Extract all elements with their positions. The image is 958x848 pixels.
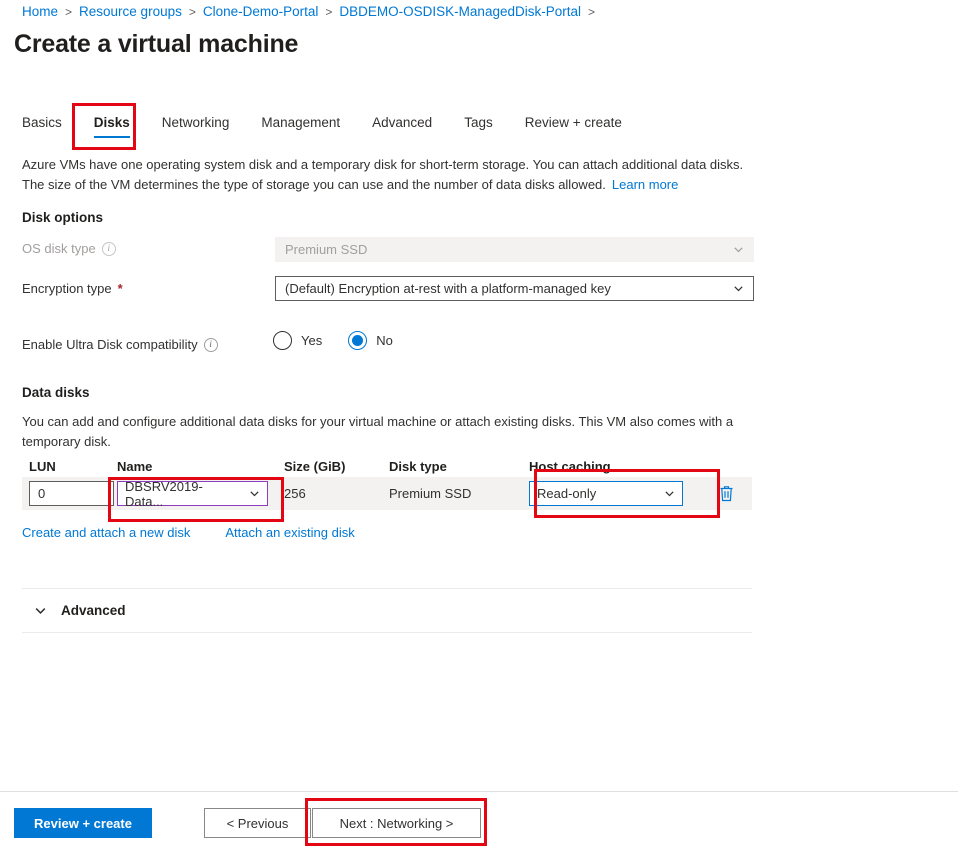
os-disk-type-dropdown: Premium SSD — [275, 237, 754, 262]
disk-name-value: DBSRV2019-Data... — [125, 478, 203, 509]
chevron-down-icon — [734, 286, 743, 292]
disk-type-cell: Premium SSD — [389, 486, 472, 501]
tab-disks[interactable]: Disks — [93, 113, 130, 140]
page-title: Create a virtual machine — [14, 30, 299, 58]
review-create-button[interactable]: Review + create — [14, 808, 152, 838]
radio-circle-selected-icon — [348, 331, 368, 350]
os-disk-type-value: Premium SSD — [285, 242, 368, 257]
ultra-disk-radio-yes[interactable]: Yes — [273, 331, 322, 350]
host-caching-cell: Read-only — [529, 481, 719, 506]
chevron-down-icon — [665, 491, 674, 497]
ultra-disk-label: Enable Ultra Disk compatibility i — [22, 337, 218, 352]
breadcrumb-separator-icon: > — [65, 4, 73, 19]
encryption-type-label: Encryption type * — [22, 281, 123, 296]
ultra-disk-radio-group: Yes No — [273, 331, 393, 350]
breadcrumb: Home > Resource groups > Clone-Demo-Port… — [22, 4, 602, 19]
tab-advanced[interactable]: Advanced — [372, 113, 432, 140]
tab-bar: Basics Disks Networking Management Advan… — [22, 113, 622, 140]
breadcrumb-item-home[interactable]: Home — [22, 4, 58, 19]
size-cell: 256 — [284, 486, 306, 501]
disk-name-dropdown[interactable]: DBSRV2019-Data... — [117, 478, 268, 509]
delete-disk-icon[interactable] — [719, 485, 734, 502]
previous-button[interactable]: < Previous — [204, 808, 311, 838]
ultra-disk-label-text: Enable Ultra Disk compatibility — [22, 337, 198, 352]
lun-input[interactable] — [29, 481, 114, 506]
tab-basics[interactable]: Basics — [22, 113, 62, 140]
column-header-lun: LUN — [29, 458, 56, 474]
tab-review-create[interactable]: Review + create — [525, 113, 622, 140]
delete-cell — [719, 485, 749, 502]
info-icon[interactable]: i — [101, 241, 116, 256]
footer-divider — [0, 791, 958, 792]
table-row: DBSRV2019-Data... 256 Premium SSD Read-o… — [22, 477, 752, 510]
chevron-down-icon — [734, 247, 743, 253]
tab-tags[interactable]: Tags — [464, 113, 493, 140]
attach-existing-disk-link[interactable]: Attach an existing disk — [225, 525, 354, 540]
breadcrumb-item-clone-demo-portal[interactable]: Clone-Demo-Portal — [203, 4, 319, 19]
chevron-down-icon — [35, 608, 46, 614]
data-disks-table: LUN Name Size (GiB) Disk type Host cachi… — [22, 455, 752, 510]
disk-options-heading: Disk options — [22, 210, 104, 225]
radio-circle-icon — [273, 331, 292, 350]
required-marker: * — [117, 281, 123, 296]
disks-description: Azure VMs have one operating system disk… — [22, 155, 752, 195]
lun-cell — [22, 481, 117, 506]
encryption-type-label-text: Encryption type — [22, 281, 112, 296]
encryption-type-value: (Default) Encryption at-rest with a plat… — [285, 281, 611, 296]
tab-networking[interactable]: Networking — [162, 113, 230, 140]
column-header-name: Name — [117, 458, 153, 474]
chevron-down-icon — [250, 491, 259, 497]
advanced-expander-label: Advanced — [61, 603, 126, 618]
host-caching-dropdown[interactable]: Read-only — [529, 481, 683, 506]
breadcrumb-item-resource-groups[interactable]: Resource groups — [79, 4, 182, 19]
data-disk-links: Create and attach a new disk Attach an e… — [22, 525, 355, 540]
learn-more-link[interactable]: Learn more — [612, 177, 678, 192]
next-networking-button[interactable]: Next : Networking > — [312, 808, 481, 838]
create-attach-new-disk-link[interactable]: Create and attach a new disk — [22, 525, 190, 540]
column-header-host-caching: Host caching — [529, 458, 611, 474]
breadcrumb-item-dbdemo-osdisk[interactable]: DBDEMO-OSDISK-ManagedDisk-Portal — [339, 4, 581, 19]
data-disks-heading: Data disks — [22, 385, 90, 400]
column-header-disk-type: Disk type — [389, 458, 447, 474]
host-caching-value: Read-only — [537, 486, 597, 501]
ultra-disk-radio-no[interactable]: No — [348, 331, 393, 350]
breadcrumb-separator-icon: > — [188, 4, 196, 19]
tab-management[interactable]: Management — [261, 113, 340, 140]
breadcrumb-separator-icon: > — [325, 4, 333, 19]
info-icon[interactable]: i — [203, 337, 218, 352]
encryption-type-dropdown[interactable]: (Default) Encryption at-rest with a plat… — [275, 276, 754, 301]
table-header-row: LUN Name Size (GiB) Disk type Host cachi… — [22, 455, 752, 477]
breadcrumb-separator-icon: > — [588, 4, 596, 19]
column-header-size: Size (GiB) — [284, 458, 346, 474]
os-disk-type-label: OS disk type i — [22, 241, 116, 256]
advanced-expander[interactable]: Advanced — [22, 588, 752, 633]
data-disks-description: You can add and configure additional dat… — [22, 414, 734, 449]
os-disk-type-label-text: OS disk type — [22, 241, 96, 256]
ultra-disk-radio-no-label: No — [376, 333, 393, 348]
name-cell: DBSRV2019-Data... — [117, 478, 284, 509]
ultra-disk-radio-yes-label: Yes — [301, 333, 323, 348]
